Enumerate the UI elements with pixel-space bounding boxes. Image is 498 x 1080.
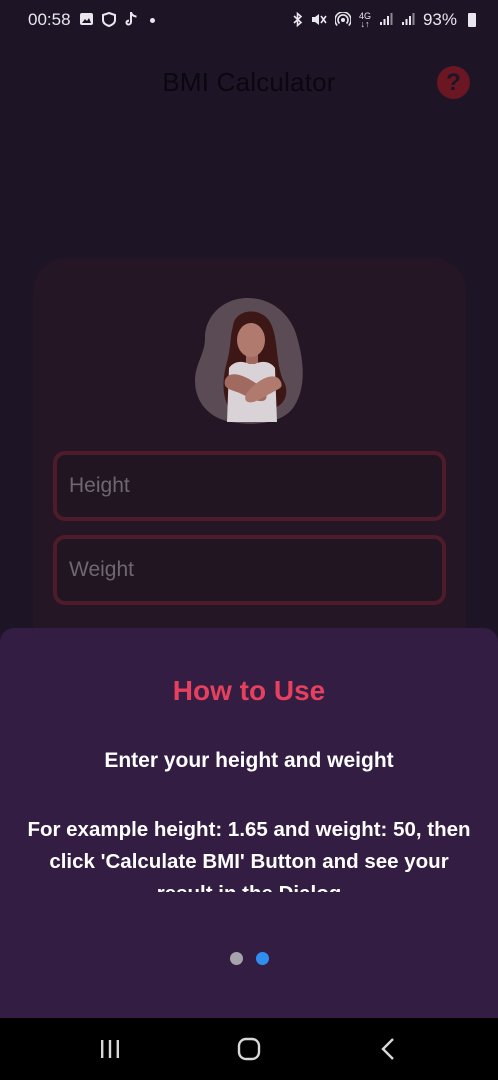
notification-dot-icon <box>149 17 155 23</box>
page-dot-2-active[interactable] <box>255 952 269 965</box>
gallery-icon <box>79 12 94 28</box>
help-button[interactable]: ? <box>437 66 470 99</box>
woman-illustration <box>193 296 308 426</box>
shield-icon <box>101 11 116 29</box>
app-title: BMI Calculator <box>162 66 336 97</box>
hotspot-icon <box>334 10 352 29</box>
battery-percent: 93% <box>422 10 457 29</box>
page-indicator <box>0 952 498 965</box>
weight-label: Weight <box>69 558 134 581</box>
navigation-bar <box>0 1018 498 1080</box>
status-bar: 00:58 4G ↓↑ 93% <box>0 0 498 40</box>
help-icon: ? <box>446 68 461 96</box>
bluetooth-icon <box>292 11 303 29</box>
status-time: 00:58 <box>28 10 71 29</box>
signal-icon <box>401 12 415 28</box>
tiktok-icon <box>124 11 138 29</box>
page-dot-1[interactable] <box>229 952 243 965</box>
recents-icon <box>100 1040 119 1058</box>
home-button[interactable] <box>219 1029 279 1069</box>
sheet-body: For example height: 1.65 and weight: 50,… <box>27 818 471 892</box>
battery-icon <box>468 13 476 27</box>
recents-button[interactable] <box>80 1029 140 1069</box>
height-label: Height <box>69 474 130 497</box>
weight-field[interactable]: Weight <box>53 535 446 605</box>
signal-icon <box>379 12 393 28</box>
sheet-title: How to Use <box>172 675 326 706</box>
mute-icon <box>311 12 327 29</box>
status-left: 00:58 <box>28 10 155 30</box>
height-field[interactable]: Height <box>53 451 446 521</box>
back-button[interactable] <box>358 1029 418 1069</box>
status-right: 4G ↓↑ 93% <box>292 10 476 30</box>
how-to-use-sheet[interactable]: How to Use Enter your height and weight … <box>0 628 498 1018</box>
sheet-subtitle: Enter your height and weight <box>104 749 394 772</box>
sheet-body-container: For example height: 1.65 and weight: 50,… <box>20 814 478 892</box>
app-bar: BMI Calculator ? <box>0 52 498 112</box>
home-icon <box>237 1037 261 1061</box>
back-icon <box>381 1038 395 1060</box>
bmi-form-card: Height Weight <box>33 258 466 678</box>
4g-icon: 4G ↓↑ <box>358 11 371 29</box>
